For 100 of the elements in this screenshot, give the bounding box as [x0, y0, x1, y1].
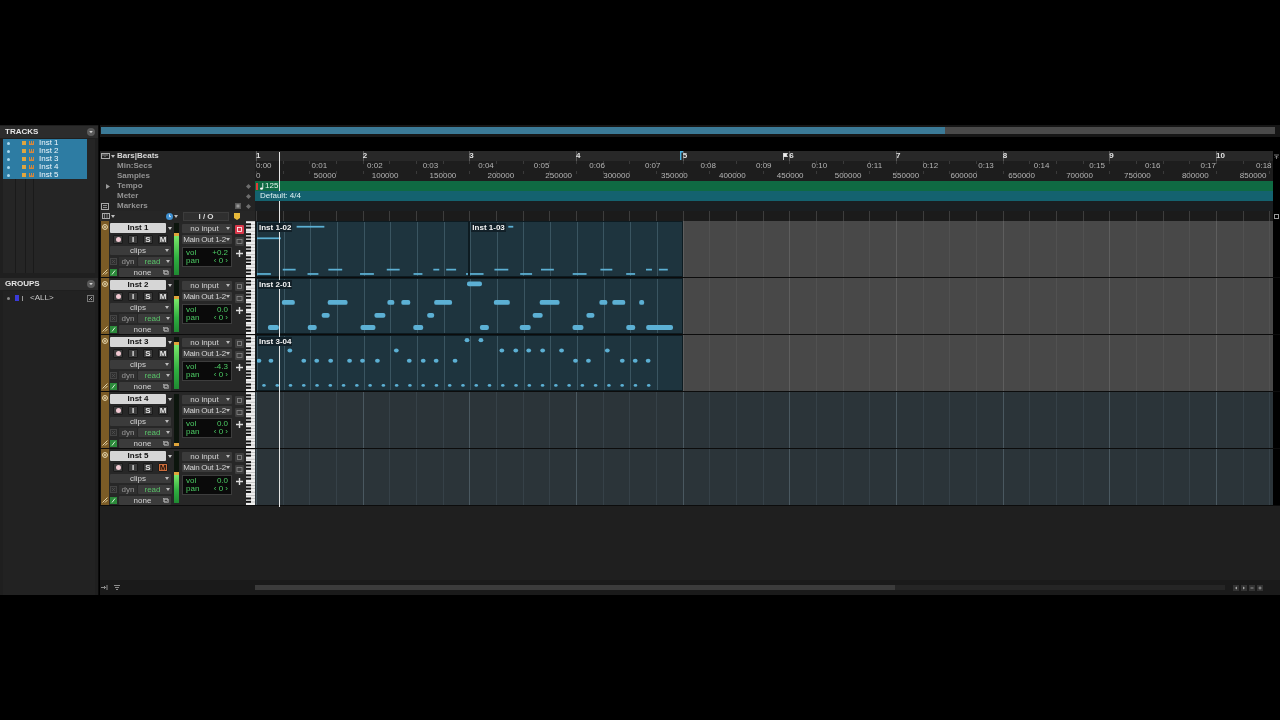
record-button[interactable] [113, 463, 123, 472]
track-name-field[interactable]: Inst 3 [110, 337, 166, 347]
automation-dropdown[interactable]: read [138, 485, 172, 494]
group-dropdown[interactable]: none [119, 325, 171, 334]
record-button[interactable] [113, 406, 123, 415]
piano-keys-icon[interactable] [246, 392, 255, 448]
ruler-icon[interactable] [101, 153, 110, 159]
piano-keys-icon[interactable] [246, 278, 255, 334]
volume-field[interactable]: 0.0 [216, 477, 228, 485]
collapse-icon[interactable] [1274, 153, 1279, 159]
piano-keys-icon[interactable] [246, 449, 255, 505]
input-dropdown[interactable]: no input [182, 281, 232, 290]
input-dropdown[interactable]: no input [182, 395, 232, 404]
ring-icon[interactable] [102, 395, 108, 401]
square-icon[interactable] [234, 225, 244, 234]
input-dropdown[interactable]: no input [182, 452, 232, 461]
bracket-icon[interactable] [680, 151, 683, 160]
left-arrow-icon[interactable] [1233, 584, 1239, 591]
group-dropdown[interactable]: none [119, 496, 171, 505]
slash-tile-icon[interactable] [110, 269, 117, 276]
volume-field[interactable]: 0.0 [216, 420, 228, 428]
solo-button[interactable]: S [143, 292, 153, 301]
track-name-field[interactable]: Inst 4 [110, 394, 166, 404]
group-dropdown[interactable]: none [119, 268, 171, 277]
record-button[interactable] [113, 292, 123, 301]
dyn-button[interactable]: dyn [119, 257, 137, 266]
input-button[interactable]: I [128, 349, 138, 358]
mute-button[interactable]: M [158, 292, 168, 301]
solo-button[interactable]: S [143, 349, 153, 358]
track-list-item[interactable]: Inst 5 [3, 171, 87, 179]
tag-icon[interactable] [234, 212, 240, 220]
window-icon[interactable] [234, 294, 244, 303]
window-icon[interactable] [234, 408, 244, 417]
dyn-button[interactable]: dyn [119, 428, 137, 437]
piano-keys-icon[interactable] [246, 335, 255, 391]
solo-button[interactable]: S [143, 406, 153, 415]
resize-icon[interactable] [87, 294, 94, 302]
record-button[interactable] [113, 235, 123, 244]
slash-tile-icon[interactable] [110, 440, 117, 447]
input-button[interactable]: I [128, 406, 138, 415]
slash-tile-icon[interactable] [110, 383, 117, 390]
window-icon[interactable] [234, 237, 244, 246]
mute-button[interactable]: M [158, 349, 168, 358]
pan-field[interactable]: ‹ 0 › [213, 314, 228, 322]
view-dropdown[interactable]: clips [110, 303, 171, 312]
pan-field[interactable]: ‹ 0 › [213, 485, 228, 493]
input-dropdown[interactable]: no input [182, 224, 232, 233]
slash-tile-icon[interactable] [110, 497, 117, 504]
volume-field[interactable]: -4.3 [214, 363, 228, 371]
grid-icon[interactable] [102, 213, 110, 219]
record-button[interactable] [113, 349, 123, 358]
track-list-item[interactable]: Inst 4 [3, 163, 87, 171]
pan-field[interactable]: ‹ 0 › [213, 428, 228, 436]
group-list-item[interactable]: <ALL> [3, 293, 54, 303]
view-dropdown[interactable]: clips [110, 474, 171, 483]
dyn-button[interactable]: dyn [119, 485, 137, 494]
input-dropdown[interactable]: no input [182, 338, 232, 347]
dyn-button[interactable]: dyn [119, 371, 137, 380]
ring-icon[interactable] [102, 452, 108, 458]
input-button[interactable]: I [128, 463, 138, 472]
view-dropdown[interactable]: clips [110, 246, 171, 255]
slash-tile-icon[interactable] [110, 326, 117, 333]
piano-keys-icon[interactable] [246, 221, 255, 277]
arrow-bar-icon[interactable] [101, 585, 108, 590]
flag-icon[interactable] [783, 153, 788, 160]
dyn-button[interactable]: dyn [119, 314, 137, 323]
track-list-item[interactable]: Inst 1 [3, 139, 87, 147]
ring-icon[interactable] [102, 281, 108, 287]
output-dropdown[interactable]: Main Out 1-2 [182, 292, 232, 301]
automation-dropdown[interactable]: read [138, 428, 172, 437]
right-arrow-icon[interactable] [1241, 584, 1247, 591]
input-button[interactable]: I [128, 292, 138, 301]
track-name-field[interactable]: Inst 1 [110, 223, 166, 233]
caret-circle-icon[interactable] [87, 280, 95, 288]
window-icon[interactable] [234, 465, 244, 474]
input-button[interactable]: I [128, 235, 138, 244]
solo-button[interactable]: S [143, 235, 153, 244]
view-dropdown[interactable]: clips [110, 360, 171, 369]
clock-icon[interactable] [166, 212, 173, 220]
volume-field[interactable]: 0.0 [216, 306, 228, 314]
pan-field[interactable]: ‹ 0 › [213, 371, 228, 379]
midi-clip[interactable]: Inst 2-01 [256, 278, 683, 334]
automation-dropdown[interactable]: read [138, 371, 172, 380]
mute-button[interactable]: M [158, 235, 168, 244]
expand-icon[interactable] [106, 183, 110, 189]
output-dropdown[interactable]: Main Out 1-2 [182, 406, 232, 415]
list-icon[interactable] [101, 202, 109, 210]
output-dropdown[interactable]: Main Out 1-2 [182, 235, 232, 244]
midi-clip[interactable]: Inst 3-04 [256, 335, 683, 391]
pan-field[interactable]: ‹ 0 › [213, 257, 228, 265]
mute-button[interactable]: M [158, 463, 168, 472]
lines-icon[interactable] [114, 585, 120, 590]
track-list-item[interactable]: Inst 2 [3, 147, 87, 155]
output-dropdown[interactable]: Main Out 1-2 [182, 349, 232, 358]
mute-button[interactable]: M [158, 406, 168, 415]
ring-icon[interactable] [102, 224, 108, 230]
midi-clip[interactable]: Inst 1-03 [469, 221, 683, 277]
output-dropdown[interactable]: Main Out 1-2 [182, 463, 232, 472]
caret-circle-icon[interactable] [87, 128, 95, 136]
group-dropdown[interactable]: none [119, 382, 171, 391]
